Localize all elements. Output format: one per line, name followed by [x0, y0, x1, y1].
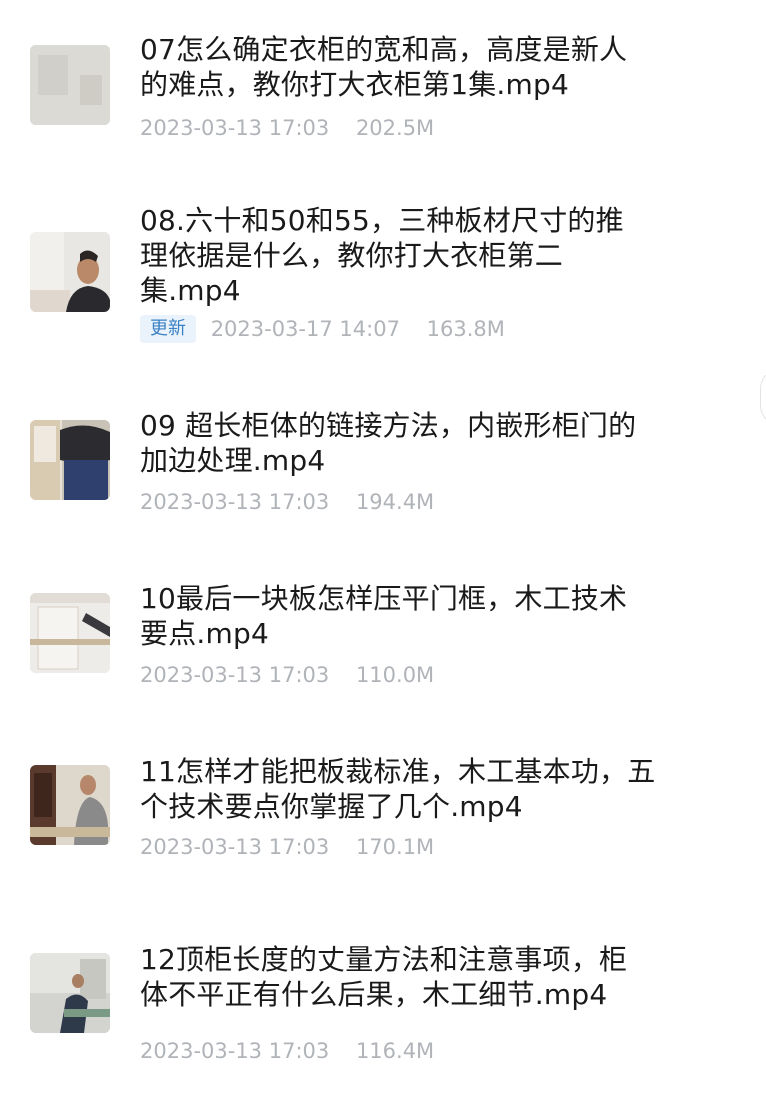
file-date: 2023-03-13 17:03: [140, 116, 330, 140]
video-thumbnail[interactable]: [30, 232, 110, 312]
file-date: 2023-03-13 17:03: [140, 663, 330, 687]
file-title[interactable]: 11怎样才能把板裁标准，木工基本功，五 个技术要点你掌握了几个.mp4: [140, 754, 700, 824]
file-size: 163.8M: [426, 317, 505, 341]
file-title[interactable]: 07怎么确定衣柜的宽和高，高度是新人 的难点，教你打大衣柜第1集.mp4: [140, 32, 700, 102]
video-thumbnail[interactable]: [30, 420, 110, 500]
file-title[interactable]: 09 超长柜体的链接方法，内嵌形柜门的 加边处理.mp4: [140, 408, 700, 478]
file-size: 194.4M: [355, 490, 435, 514]
file-meta: 2023-03-13 17:03 110.0M: [140, 660, 434, 690]
file-meta: 2023-03-13 17:03 170.1M: [140, 832, 434, 862]
updated-badge: 更新: [140, 315, 196, 343]
file-list: 07怎么确定衣柜的宽和高，高度是新人 的难点，教你打大衣柜第1集.mp4 202…: [0, 0, 766, 1093]
video-thumbnail[interactable]: [30, 953, 110, 1033]
file-size: 202.5M: [355, 116, 435, 140]
file-meta: 2023-03-13 17:03 116.4M: [140, 1036, 434, 1066]
video-thumbnail[interactable]: [30, 45, 110, 125]
file-title[interactable]: 12顶柜长度的丈量方法和注意事项，柜 体不平正有什么后果，木工细节.mp4: [140, 942, 700, 1012]
file-size: 110.0M: [355, 663, 435, 687]
file-title[interactable]: 08.六十和50和55，三种板材尺寸的推 理依据是什么，教你打大衣柜第二 集.m…: [140, 203, 700, 308]
file-date: 2023-03-13 17:03: [140, 835, 330, 859]
file-title[interactable]: 10最后一块板怎样压平门框，木工技术 要点.mp4: [140, 581, 700, 651]
file-meta: 2023-03-13 17:03 194.4M: [140, 487, 434, 517]
file-meta: 2023-03-13 17:03 202.5M: [140, 113, 434, 143]
file-date: 2023-03-17 14:07: [210, 317, 400, 341]
file-date: 2023-03-13 17:03: [140, 1039, 330, 1063]
file-size: 116.4M: [355, 1039, 435, 1063]
file-meta: 更新 2023-03-17 14:07 163.8M: [140, 314, 505, 344]
video-thumbnail[interactable]: [30, 765, 110, 845]
video-thumbnail[interactable]: [30, 593, 110, 673]
file-size: 170.1M: [355, 835, 435, 859]
file-date: 2023-03-13 17:03: [140, 490, 330, 514]
